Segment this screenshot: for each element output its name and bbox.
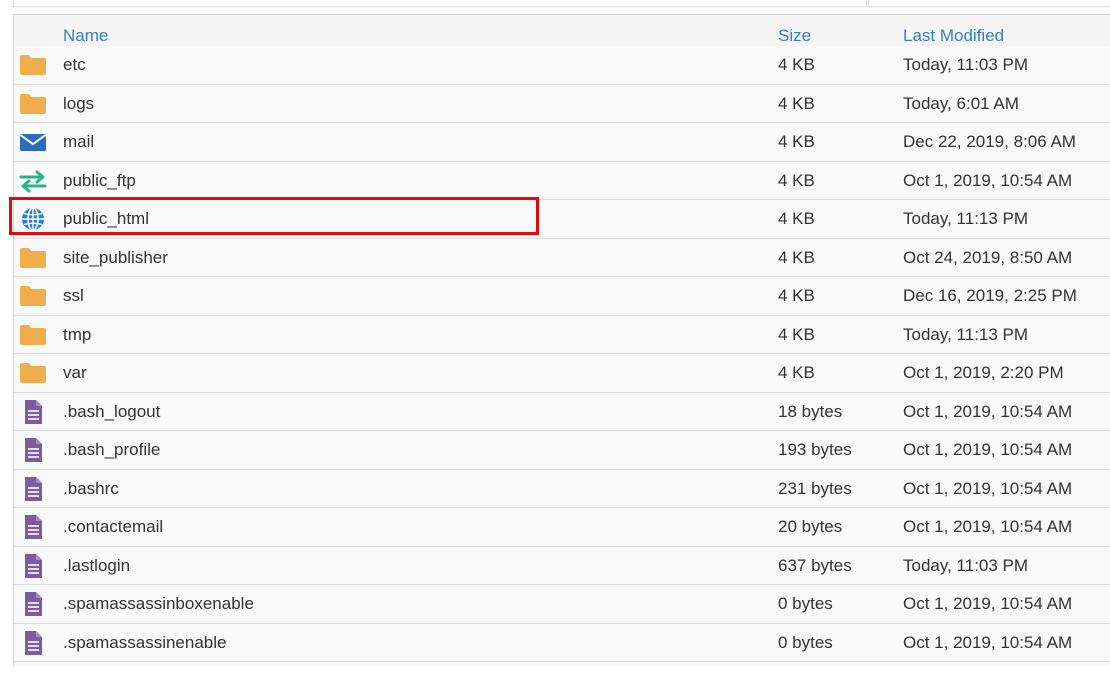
file-name[interactable]: logs <box>63 94 94 114</box>
file-size: 4 KB <box>778 209 815 228</box>
file-last-modified: Dec 16, 2019, 2:25 PM <box>903 286 1077 305</box>
file-text-icon <box>19 630 47 655</box>
table-row[interactable]: .spamassassinboxenable 0 bytes Oct 1, 2019… <box>14 585 1110 624</box>
file-size: 4 KB <box>778 170 815 190</box>
file-table: Name Size Last Modified etc 4 KB Today, 11… <box>13 14 1110 666</box>
file-size: 637 bytes <box>778 555 852 575</box>
file-name[interactable]: .lastlogin <box>63 556 130 576</box>
file-name[interactable]: var <box>63 363 87 383</box>
file-name[interactable]: .spamassassinboxenable <box>63 594 254 614</box>
table-row[interactable]: ssl 4 KB Dec 16, 2019, 2:25 PM <box>14 277 1110 316</box>
file-size: 4 KB <box>778 132 815 151</box>
file-size: 4 KB <box>778 286 815 305</box>
table-row[interactable]: .lastlogin 637 bytes Today, 11:03 PM <box>14 546 1110 585</box>
file-size: 4 KB <box>778 93 815 113</box>
table-row[interactable] <box>14 662 1110 666</box>
file-last-modified: Oct 1, 2019, 10:54 AM <box>903 401 1073 421</box>
table-row[interactable]: mail 4 KB Dec 22, 2019, 8:06 AM <box>14 123 1110 162</box>
toolbar-right-panel <box>868 0 1110 7</box>
file-text-icon <box>19 399 47 424</box>
table-row[interactable]: public_ftp 4 KB Oct 1, 2019, 10:54 AM <box>14 161 1110 200</box>
table-row[interactable]: public_html 4 KB Today, 11:13 PM <box>14 200 1110 239</box>
file-list: etc 4 KB Today, 11:03 PM logs 4 KB Today, 6:0… <box>14 46 1110 666</box>
table-row[interactable]: tmp 4 KB Today, 11:13 PM <box>14 315 1110 354</box>
file-size: 0 bytes <box>778 632 833 652</box>
file-text-icon <box>19 592 47 616</box>
toolbar-left-panel <box>13 0 867 7</box>
file-size: 20 bytes <box>778 517 843 536</box>
folder-icon <box>19 323 47 347</box>
folder-icon <box>19 284 47 308</box>
file-last-modified: Oct 1, 2019, 10:54 AM <box>903 632 1073 652</box>
file-last-modified: Oct 1, 2019, 10:54 AM <box>903 478 1073 498</box>
file-text-icon <box>19 553 47 578</box>
file-last-modified: Today, 11:13 PM <box>903 209 1029 228</box>
table-row[interactable]: site_publisher 4 KB Oct 24, 2019, 8:50 AM <box>14 238 1110 277</box>
file-last-modified: Dec 22, 2019, 8:06 AM <box>903 132 1076 151</box>
file-size: 4 KB <box>778 363 815 382</box>
globe-icon <box>19 207 47 231</box>
folder-icon <box>19 246 47 270</box>
table-row[interactable]: .bash_profile 193 bytes Oct 1, 2019, 10:54… <box>14 431 1110 470</box>
mail-icon <box>19 130 47 154</box>
file-size: 18 bytes <box>778 401 843 421</box>
file-size: 193 bytes <box>778 440 852 459</box>
toolbar-strip <box>0 0 1110 8</box>
file-size: 231 bytes <box>778 478 852 498</box>
sort-by-size-header[interactable]: Size <box>778 26 811 46</box>
file-text-icon <box>19 515 47 539</box>
file-last-modified: Oct 24, 2019, 8:50 AM <box>903 247 1073 267</box>
file-last-modified: Oct 1, 2019, 10:54 AM <box>903 594 1073 613</box>
file-size: 0 bytes <box>778 594 833 613</box>
table-row[interactable]: .contactemail 20 bytes Oct 1, 2019, 10:54 … <box>14 508 1110 547</box>
file-name[interactable]: .bashrc <box>63 479 119 499</box>
file-text-icon <box>19 438 47 462</box>
file-last-modified: Today, 11:03 PM <box>903 55 1029 74</box>
file-size: 4 KB <box>778 55 815 74</box>
table-row[interactable]: .bashrc 231 bytes Oct 1, 2019, 10:54 AM <box>14 469 1110 508</box>
file-name[interactable]: tmp <box>63 325 91 345</box>
table-row[interactable]: var 4 KB Oct 1, 2019, 2:20 PM <box>14 354 1110 393</box>
file-name[interactable]: etc <box>63 55 86 75</box>
folder-icon <box>19 53 47 77</box>
table-row[interactable]: .bash_logout 18 bytes Oct 1, 2019, 10:54 A… <box>14 392 1110 431</box>
sort-by-name-header[interactable]: Name <box>63 26 108 46</box>
file-name[interactable]: .bash_logout <box>63 402 160 422</box>
file-size: 4 KB <box>778 247 815 267</box>
file-last-modified: Oct 1, 2019, 10:54 AM <box>903 517 1073 536</box>
file-last-modified: Oct 1, 2019, 10:54 AM <box>903 170 1073 190</box>
file-last-modified: Today, 11:13 PM <box>903 324 1029 344</box>
file-last-modified: Today, 11:03 PM <box>903 555 1029 575</box>
file-name[interactable]: mail <box>63 132 94 152</box>
folder-icon <box>19 92 47 116</box>
transfer-arrows-icon <box>19 169 47 193</box>
file-name[interactable]: site_publisher <box>63 248 168 268</box>
table-row[interactable]: logs 4 KB Today, 6:01 AM <box>14 84 1110 123</box>
sort-by-modified-header[interactable]: Last Modified <box>903 26 1004 46</box>
table-row[interactable]: etc 4 KB Today, 11:03 PM <box>14 46 1110 85</box>
file-last-modified: Oct 1, 2019, 2:20 PM <box>903 363 1064 382</box>
file-name[interactable]: .contactemail <box>63 517 163 537</box>
file-text-icon <box>19 476 47 501</box>
file-last-modified: Oct 1, 2019, 10:54 AM <box>903 440 1073 459</box>
file-name[interactable]: public_ftp <box>63 171 136 191</box>
file-name[interactable]: ssl <box>63 286 84 306</box>
file-last-modified: Today, 6:01 AM <box>903 93 1019 113</box>
file-name[interactable]: .bash_profile <box>63 440 160 460</box>
file-name[interactable]: public_html <box>63 209 149 229</box>
table-row[interactable]: .spamassassinenable 0 bytes Oct 1, 2019, 1… <box>14 623 1110 662</box>
file-name[interactable]: .spamassassinenable <box>63 633 226 653</box>
folder-icon <box>19 361 47 385</box>
file-manager-page: Name Size Last Modified etc 4 KB Today, 11… <box>0 0 1110 673</box>
file-size: 4 KB <box>778 324 815 344</box>
